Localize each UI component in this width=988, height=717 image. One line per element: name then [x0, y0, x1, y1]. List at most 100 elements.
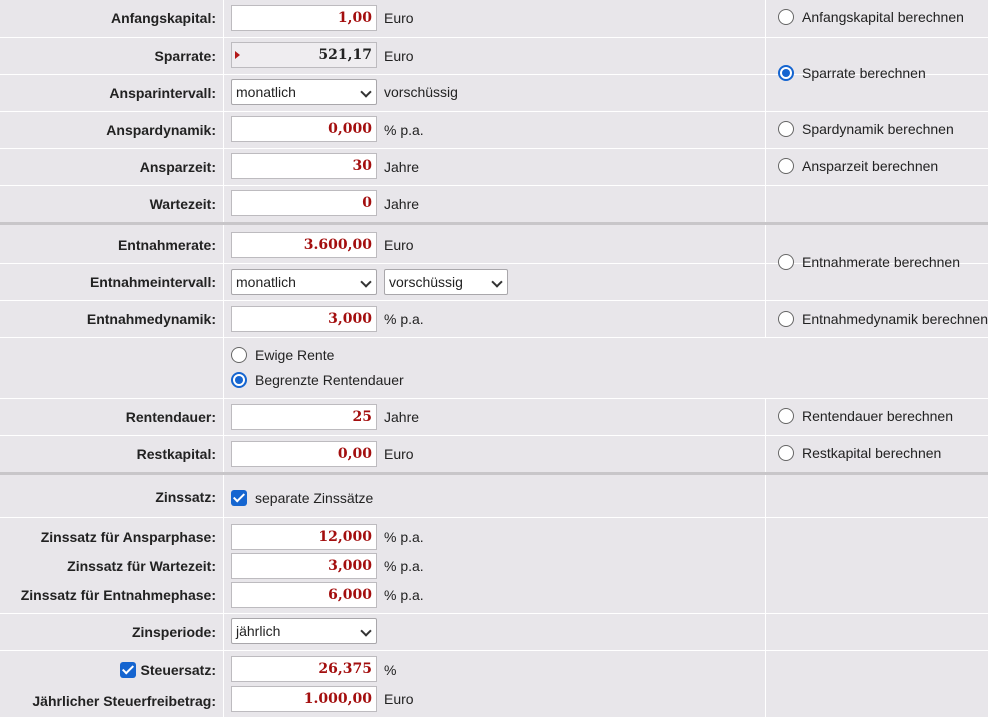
entnahmeintervall-select[interactable]: monatlich [231, 269, 377, 295]
entnahmedynamik-berechnen-radio[interactable] [778, 311, 794, 327]
restkapital-unit: Euro [384, 446, 414, 462]
sparrate-berechnen-label[interactable]: Sparrate berechnen [802, 65, 926, 81]
divider [223, 0, 224, 37]
ewige-rente-radio[interactable] [231, 347, 247, 363]
entnahmerate-berechnen-radio[interactable] [778, 254, 794, 270]
zins-entnahmephase-input[interactable]: 6,000 [231, 582, 377, 608]
ansparintervall-select-value: monatlich [236, 84, 296, 100]
wartezeit-input[interactable]: 0 [231, 190, 377, 216]
chevron-down-icon [360, 276, 372, 288]
ansparintervall-select[interactable]: monatlich [231, 79, 377, 105]
ansparzeit-unit: Jahre [384, 159, 420, 175]
entnahmedynamik-berechnen-label[interactable]: Entnahmedynamik berechnen [802, 311, 988, 327]
row-anspardynamik: Anspardynamik: 0,000 % p.a. Spardynamik … [0, 111, 988, 148]
steuerfreibetrag-unit: Euro [384, 691, 414, 707]
entnahme-timing-select[interactable]: vorschüssig [384, 269, 508, 295]
steuerfreibetrag-input[interactable]: 1.000,00 [231, 686, 377, 712]
divider [765, 651, 766, 717]
rentendauer-berechnen-radio[interactable] [778, 408, 794, 424]
restkapital-input[interactable]: 0,00 [231, 441, 377, 467]
restkapital-berechnen-label[interactable]: Restkapital berechnen [802, 445, 941, 461]
sparrate-label: Sparrate: [154, 48, 216, 64]
divider [223, 186, 224, 222]
ansparintervall-unit: vorschüssig [384, 84, 458, 100]
begrenzte-rentendauer-label[interactable]: Begrenzte Rentendauer [255, 372, 404, 388]
row-rente-option: Ewige Rente Begrenzte Rentendauer [0, 337, 988, 398]
anspardynamik-unit: % p.a. [384, 122, 424, 138]
row-restkapital: Restkapital: 0,00 Euro Restkapital berec… [0, 435, 988, 472]
anfangskapital-berechnen-label[interactable]: Anfangskapital berechnen [802, 9, 964, 25]
row-zinssatz: Zinssatz: separate Zinssätze [0, 472, 988, 517]
zinsperiode-select[interactable]: jährlich [231, 618, 377, 644]
ansparintervall-label: Ansparintervall: [109, 85, 216, 101]
entnahme-timing-select-value: vorschüssig [389, 274, 463, 290]
divider [765, 614, 766, 650]
divider [223, 399, 224, 435]
divider [223, 38, 224, 74]
steuersatz-input[interactable]: 26,375 [231, 656, 377, 682]
entnahmerate-unit: Euro [384, 237, 414, 253]
ansparzeit-berechnen-radio[interactable] [778, 158, 794, 174]
restkapital-berechnen-radio[interactable] [778, 445, 794, 461]
sparrate-berechnen-radio[interactable] [778, 65, 794, 81]
anfangskapital-input[interactable]: 1,00 [231, 5, 377, 31]
sparrate-unit: Euro [384, 48, 414, 64]
row-wartezeit: Wartezeit: 0 Jahre [0, 185, 988, 222]
steuersatz-unit: % [384, 662, 397, 678]
divider [765, 225, 766, 300]
ewige-rente-label[interactable]: Ewige Rente [255, 347, 334, 363]
spardynamik-berechnen-radio[interactable] [778, 121, 794, 137]
zinssatz-label: Zinssatz: [155, 489, 216, 505]
divider [765, 0, 766, 37]
anfangskapital-unit: Euro [384, 10, 414, 26]
zins-wartezeit-input[interactable]: 3,000 [231, 553, 377, 579]
entnahmedynamik-input[interactable]: 3,000 [231, 306, 377, 332]
entnahmerate-label: Entnahmerate: [117, 237, 216, 253]
divider [223, 112, 224, 148]
zins-ansparphase-label: Zinssatz für Ansparphase: [40, 529, 216, 545]
spardynamik-berechnen-label[interactable]: Spardynamik berechnen [802, 121, 954, 137]
row-rentendauer: Rentendauer: 25 Jahre Rentendauer berech… [0, 398, 988, 435]
chevron-down-icon [360, 86, 372, 98]
rentendauer-input[interactable]: 25 [231, 404, 377, 430]
sparrate-radio-cell: Sparrate berechnen [765, 37, 988, 111]
separate-zinssaetze-checkbox[interactable] [231, 490, 247, 506]
anspardynamik-input[interactable]: 0,000 [231, 116, 377, 142]
anspardynamik-label: Anspardynamik: [106, 122, 216, 138]
anfangskapital-berechnen-radio[interactable] [778, 9, 794, 25]
divider [223, 149, 224, 185]
entnahmerate-radio-cell: Entnahmerate berechnen [765, 225, 988, 300]
steuersatz-label: Steuersatz: [140, 662, 216, 678]
zinsperiode-label: Zinsperiode: [131, 624, 216, 640]
rentendauer-berechnen-label[interactable]: Rentendauer berechnen [802, 408, 953, 424]
entnahmerate-berechnen-label[interactable]: Entnahmerate berechnen [802, 254, 960, 270]
zins-wartezeit-label: Zinssatz für Wartezeit: [67, 558, 216, 574]
divider [223, 436, 224, 472]
zins-ansparphase-unit: % p.a. [384, 529, 424, 545]
zinsperiode-select-value: jährlich [236, 623, 281, 639]
result-marker-icon [235, 51, 240, 59]
divider [223, 614, 224, 650]
entnahmedynamik-label: Entnahmedynamik: [86, 311, 216, 327]
zins-ansparphase-input[interactable]: 12,000 [231, 524, 377, 550]
begrenzte-rentendauer-radio[interactable] [231, 372, 247, 388]
divider [223, 651, 224, 717]
zins-entnahmephase-label: Zinssatz für Entnahmephase: [20, 587, 216, 603]
sparrate-value: 521,17 [318, 47, 372, 63]
entnahmerate-input[interactable]: 3.600,00 [231, 232, 377, 258]
ansparzeit-label: Ansparzeit: [139, 159, 216, 175]
entnahmeintervall-label: Entnahmeintervall: [89, 274, 216, 290]
steuersatz-checkbox[interactable] [120, 662, 136, 678]
row-entnahmedynamik: Entnahmedynamik: 3,000 % p.a. Entnahmedy… [0, 300, 988, 337]
ansparzeit-berechnen-label[interactable]: Ansparzeit berechnen [802, 158, 938, 174]
block-zinssaetze: Zinssatz für Ansparphase: 12,000 % p.a. … [0, 517, 988, 613]
separate-zinssaetze-label[interactable]: separate Zinssätze [255, 490, 373, 506]
chevron-down-icon [491, 276, 503, 288]
ansparzeit-input[interactable]: 30 [231, 153, 377, 179]
zins-wartezeit-unit: % p.a. [384, 558, 424, 574]
anfangskapital-label: Anfangskapital: [110, 10, 216, 26]
divider [223, 264, 224, 300]
row-zinsperiode: Zinsperiode: jährlich [0, 613, 988, 650]
divider [765, 399, 766, 435]
steuerfreibetrag-label: Jährlicher Steuerfreibetrag: [32, 693, 216, 709]
